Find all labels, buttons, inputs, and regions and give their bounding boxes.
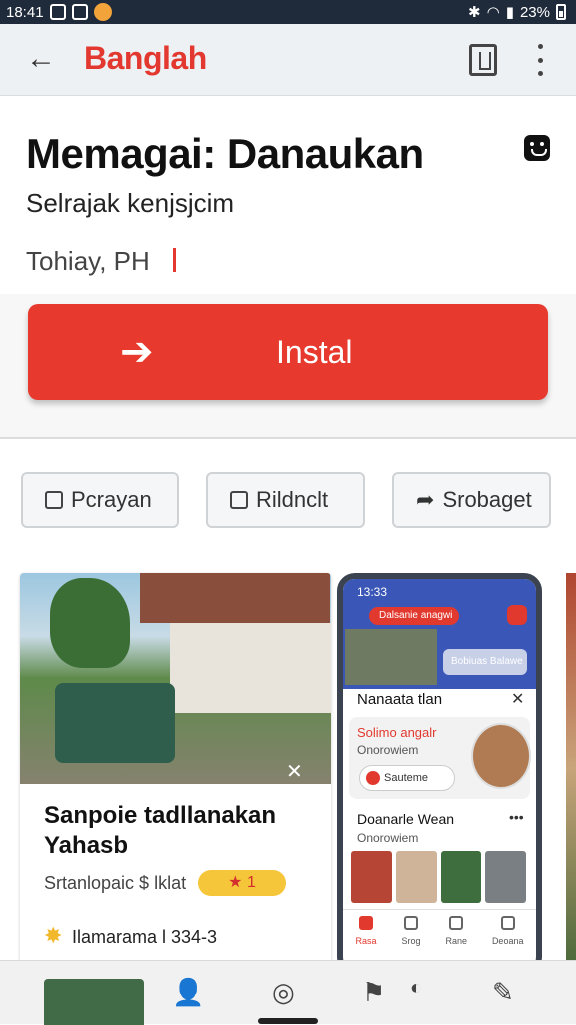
badge-icon: ✸ (44, 923, 63, 948)
nav-label: Deoana (491, 936, 524, 946)
more-vertical-icon[interactable] (530, 42, 550, 78)
section-subtitle: Onorowiem (357, 831, 419, 845)
row-title: Solimo angalr (357, 725, 437, 740)
battery-icon (556, 4, 566, 20)
search-icon (403, 916, 418, 930)
emoji-badge-icon[interactable] (524, 135, 550, 161)
profile-nav-icon[interactable]: 👤 (172, 977, 204, 1007)
phone-header: 13:33 Dalsanie anagwi Bobiuas Balawe (343, 579, 536, 689)
search-nav-icon[interactable]: ◎ (272, 977, 300, 1007)
profile-icon (500, 916, 515, 930)
row-button: Sauteme (359, 765, 455, 791)
coin-icon (93, 3, 112, 21)
house-roof-image (140, 573, 330, 623)
nav-label: Rane (445, 936, 467, 946)
chip-share[interactable]: ➦ Srobaget (392, 472, 551, 528)
tag-icon (449, 916, 464, 930)
bluetooth-icon: ✱ (468, 4, 481, 21)
photo-thumb (395, 851, 437, 903)
bookmark-nav-icon[interactable]: ⚑ (362, 977, 390, 1007)
toggle-nav-icon[interactable]: ◐ (410, 977, 458, 1005)
nav-label: Srog (401, 936, 421, 946)
battery-percent: 23% (519, 3, 550, 21)
content-card[interactable]: ✕ Sanpoie tadllanakan Yahasb Srtanlopaic… (20, 573, 331, 963)
card-title: Sanpoie tadllanakan Yahasb (44, 802, 277, 859)
bottom-nav: 👤 ◎ ⚑ ◐ ✎ (0, 960, 576, 1025)
photo-thumb (440, 851, 482, 903)
chat-icon (230, 491, 248, 509)
page-meta: Tohiay, PH (26, 246, 150, 276)
close-icon[interactable]: ✕ (286, 759, 303, 784)
phone-pill-2: Bobiuas Balawe (443, 649, 527, 675)
wifi-icon: ◠ (486, 4, 500, 21)
status-bar: 18:41 ✱ ◠ ▮ 23% (0, 0, 576, 24)
more-horizontal-icon: ••• (509, 809, 524, 825)
chip-chat[interactable]: Rildnclt (206, 472, 365, 528)
phone-nav-tag: Rane (445, 910, 467, 961)
section-title: Doanarle Wean (357, 811, 455, 827)
photo-thumb (485, 851, 526, 903)
phone-time: 13:33 (357, 585, 388, 599)
document-icon[interactable] (469, 44, 497, 76)
star-icon: ★ (228, 874, 243, 891)
dialog-title: Nanaata tlan (357, 691, 443, 708)
phone-thumbnail (345, 629, 437, 685)
home-icon (358, 916, 373, 930)
status-time: 18:41 (6, 3, 44, 21)
phone-pill: Dalsanie anagwi (369, 607, 459, 625)
signal-icon: ▮ (505, 4, 514, 21)
text-cursor (173, 248, 176, 272)
app-title: Banglah (84, 40, 207, 76)
tree-image (50, 578, 130, 668)
chip-label: Pcrayan (71, 487, 152, 512)
page-subtitle: Selrajak kenjsjcim (26, 188, 235, 218)
app-bar: ← Banglah (0, 24, 576, 96)
rating-badge: ★ 1 (198, 870, 286, 896)
share-icon: ➦ (416, 487, 435, 512)
rating-value: 1 (246, 874, 256, 891)
arrow-right-icon: ➔ (120, 330, 154, 374)
calendar-icon (45, 491, 63, 509)
nav-label: Rasa (355, 936, 377, 946)
jeep-image (55, 683, 175, 763)
install-label: Instal (276, 334, 353, 370)
chip-schedule[interactable]: Pcrayan (21, 472, 179, 528)
card-photo: ✕ (20, 573, 331, 784)
row-subtitle: Onorowiem (357, 743, 419, 757)
card-meta: Srtanlopaic $ lklat (44, 873, 187, 893)
back-arrow-icon[interactable]: ← (26, 44, 58, 76)
chip-label: Rildnclt (256, 487, 329, 512)
image-icon (71, 4, 88, 20)
mini-player-thumbnail[interactable] (44, 979, 144, 1025)
notification-icon (49, 4, 66, 20)
next-card-peek[interactable] (566, 573, 576, 963)
phone-nav-profile: Deoana (491, 910, 524, 961)
house-image (170, 623, 331, 713)
photo-thumb (351, 851, 392, 903)
close-icon: ✕ (511, 691, 525, 708)
phone-bottom-nav: Rasa Srog Rane Deoana (343, 909, 536, 961)
card-author: Ilamarama l 334-3 (72, 927, 218, 947)
install-button[interactable]: ➔ Instal (28, 304, 548, 400)
edit-nav-icon[interactable]: ✎ (492, 977, 520, 1007)
phone-nav-home: Rasa (355, 910, 377, 961)
phone-preview[interactable]: 13:33 Dalsanie anagwi Bobiuas Balawe Nan… (337, 573, 542, 975)
photo-strip (351, 851, 526, 903)
avatar (471, 723, 531, 789)
home-indicator (258, 1018, 318, 1024)
chip-label: Srobaget (442, 487, 532, 512)
divider (0, 437, 576, 439)
page-title: Memagai: Danaukan (26, 130, 424, 177)
phone-nav-search: Srog (401, 910, 420, 961)
record-icon (507, 605, 527, 625)
